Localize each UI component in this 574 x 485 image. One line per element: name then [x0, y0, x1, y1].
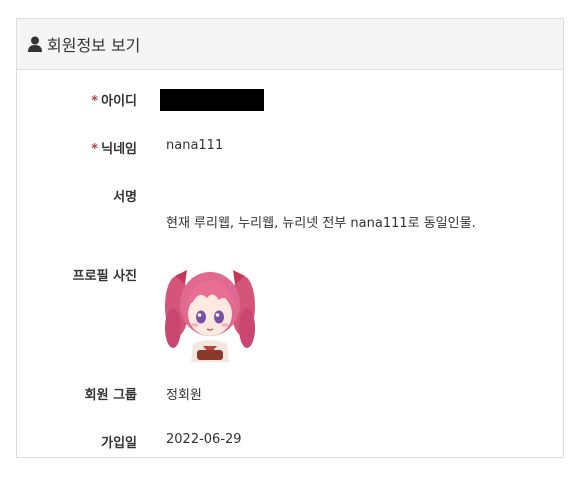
required-mark: *: [91, 142, 99, 157]
panel-title: 회원정보 보기: [47, 36, 141, 55]
userid-label: * 아이디: [17, 90, 137, 109]
profile-avatar-image: [163, 266, 257, 362]
member-info-panel: 회원정보 보기 * 아이디 * 닉네임 nana111 서명 현재 루리웹, 누리웹…: [16, 18, 564, 458]
nickname-value: nana111: [166, 138, 224, 153]
required-mark: *: [91, 94, 99, 109]
userid-label-text: 아이디: [101, 94, 137, 109]
signature-label: 서명: [113, 190, 137, 205]
user-icon: [28, 36, 42, 52]
joined-value: 2022-06-29: [166, 432, 242, 447]
redacted-userid: [160, 89, 264, 111]
panel-heading: 회원정보 보기: [17, 19, 563, 70]
nickname-label-text: 닉네임: [101, 142, 137, 157]
group-value: 정회원: [166, 388, 202, 403]
joined-label: 가입일: [101, 436, 137, 451]
photo-label: 프로필 사진: [72, 269, 137, 284]
nickname-label: * 닉네임: [17, 138, 137, 157]
signature-value: 현재 루리웹, 누리웹, 뉴리넷 전부 nana111로 동일인물.: [166, 216, 476, 231]
group-label: 회원 그룹: [84, 388, 137, 403]
